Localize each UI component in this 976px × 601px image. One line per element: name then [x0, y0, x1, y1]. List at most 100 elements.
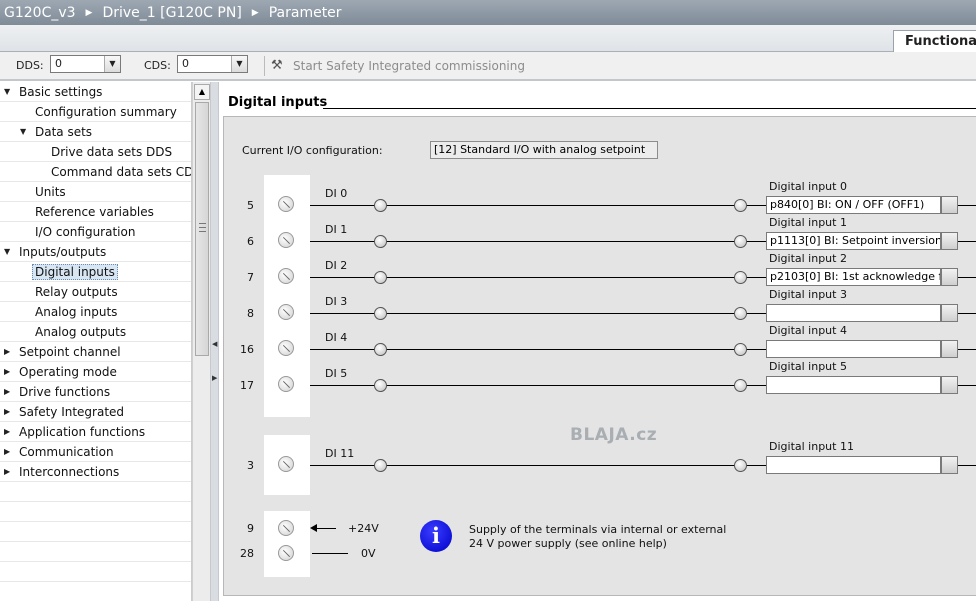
- scrollbar-thumb[interactable]: [195, 102, 209, 356]
- tree-item[interactable]: Drive data sets DDS: [0, 142, 191, 162]
- collapsed-triangle-icon[interactable]: ▶: [4, 467, 10, 476]
- digital-input-binector-field[interactable]: [766, 340, 941, 358]
- cds-select[interactable]: 0 ▼: [177, 55, 248, 73]
- title-underline: [323, 108, 976, 109]
- terminal-number: 6: [247, 235, 254, 248]
- digital-input-binector-field[interactable]: [766, 304, 941, 322]
- arrow-left-icon: [310, 524, 317, 532]
- connection-node-icon: [734, 271, 747, 284]
- terminal-number: 8: [247, 307, 254, 320]
- panel-splitter[interactable]: ◀ ▶: [210, 82, 219, 601]
- tree-item[interactable]: ▶ Drive functions: [0, 382, 191, 402]
- dds-select[interactable]: 0 ▼: [50, 55, 121, 73]
- tree-item[interactable]: ▼ Data sets: [0, 122, 191, 142]
- tree-item[interactable]: ▼ Basic settings: [0, 82, 191, 102]
- digital-input-binector-field[interactable]: p1113[0] BI: Setpoint inversion: [766, 232, 941, 250]
- tree-item[interactable]: Units: [0, 182, 191, 202]
- tree-item-label: Inputs/outputs: [19, 245, 107, 259]
- digital-input-title: Digital input 2: [769, 252, 847, 265]
- terminal-number: 5: [247, 199, 254, 212]
- tree-item[interactable]: I/O configuration: [0, 222, 191, 242]
- breadcrumb-separator-icon: ▶: [85, 7, 93, 18]
- expanded-triangle-icon[interactable]: ▼: [4, 247, 10, 256]
- tree-item[interactable]: ▶ Safety Integrated: [0, 402, 191, 422]
- tree-item[interactable]: Command data sets CDS: [0, 162, 191, 182]
- di-label: DI 3: [325, 295, 348, 308]
- collapse-left-icon[interactable]: ◀: [212, 340, 217, 348]
- interconnect-select-button[interactable]: [941, 232, 958, 250]
- wire: [958, 205, 976, 206]
- interconnect-select-button[interactable]: [941, 456, 958, 474]
- wire: [958, 349, 976, 350]
- collapsed-triangle-icon[interactable]: ▶: [4, 427, 10, 436]
- terminal-screw-icon: [278, 232, 294, 248]
- tree-item[interactable]: Analog inputs: [0, 302, 191, 322]
- start-safety-commissioning-button[interactable]: Start Safety Integrated commissioning: [293, 59, 525, 73]
- expanded-triangle-icon[interactable]: ▼: [4, 87, 10, 96]
- tab-functional[interactable]: Functional: [893, 30, 976, 53]
- terminal-screw-icon: [278, 376, 294, 392]
- collapsed-triangle-icon[interactable]: ▶: [4, 407, 10, 416]
- digital-input-binector-field[interactable]: [766, 376, 941, 394]
- tree-item-label: Units: [35, 185, 66, 199]
- interconnect-select-button[interactable]: [941, 268, 958, 286]
- supply-info-line: Supply of the terminals via internal or …: [469, 523, 727, 536]
- tree-item[interactable]: ▶ Interconnections: [0, 462, 191, 482]
- connection-node-icon: [374, 459, 387, 472]
- collapsed-triangle-icon[interactable]: ▶: [4, 367, 10, 376]
- expand-right-icon[interactable]: ▶: [212, 374, 217, 382]
- tree-item[interactable]: Relay outputs: [0, 282, 191, 302]
- tree-item-label: Analog inputs: [35, 305, 118, 319]
- wire: [312, 553, 348, 554]
- interconnect-select-button[interactable]: [941, 196, 958, 214]
- tree-scrollbar[interactable]: ▲: [192, 82, 210, 601]
- breadcrumb-drive[interactable]: Drive_1 [G120C PN]: [102, 5, 241, 21]
- tree-item[interactable]: Configuration summary: [0, 102, 191, 122]
- breadcrumb-parameter[interactable]: Parameter: [269, 5, 342, 21]
- tools-icon[interactable]: ⚒: [271, 58, 283, 73]
- tree-item-label: Application functions: [19, 425, 146, 439]
- tree-item[interactable]: ▼ Inputs/outputs: [0, 242, 191, 262]
- supply-info-text: Supply of the terminals via internal or …: [469, 523, 726, 551]
- tree-item[interactable]: ▶ Application functions: [0, 422, 191, 442]
- tree-item[interactable]: ▶ Operating mode: [0, 362, 191, 382]
- terminal-screw-icon: [278, 268, 294, 284]
- tree-item[interactable]: ▶ Communication: [0, 442, 191, 462]
- wire: [958, 465, 976, 466]
- digital-input-title: Digital input 1: [769, 216, 847, 229]
- terminal-number: 9: [247, 522, 254, 535]
- interconnect-select-button[interactable]: [941, 340, 958, 358]
- di-label: DI 4: [325, 331, 348, 344]
- chevron-down-icon[interactable]: ▼: [231, 56, 247, 72]
- tree-empty-row: [0, 562, 191, 582]
- tree-item[interactable]: Reference variables: [0, 202, 191, 222]
- collapsed-triangle-icon[interactable]: ▶: [4, 387, 10, 396]
- dds-select-value: 0: [55, 57, 62, 70]
- info-icon: i: [420, 520, 452, 552]
- dds-label: DDS:: [16, 59, 44, 72]
- interconnect-select-button[interactable]: [941, 304, 958, 322]
- grip-icon: [199, 223, 206, 232]
- tree-item[interactable]: Digital inputs: [0, 262, 191, 282]
- breadcrumb-project[interactable]: G120C_v3: [4, 5, 76, 21]
- tree-item-label: Setpoint channel: [19, 345, 121, 359]
- expanded-triangle-icon[interactable]: ▼: [20, 127, 26, 136]
- digital-input-binector-field[interactable]: p840[0] BI: ON / OFF (OFF1): [766, 196, 941, 214]
- collapsed-triangle-icon[interactable]: ▶: [4, 447, 10, 456]
- connection-node-icon: [734, 343, 747, 356]
- tree-item-label: Communication: [19, 445, 114, 459]
- chevron-down-icon[interactable]: ▼: [104, 56, 120, 72]
- tree-item[interactable]: Analog outputs: [0, 322, 191, 342]
- collapsed-triangle-icon[interactable]: ▶: [4, 347, 10, 356]
- tree-item[interactable]: ▶ Setpoint channel: [0, 342, 191, 362]
- tree-item-label: Reference variables: [35, 205, 154, 219]
- supply-24v-label: +24V: [348, 522, 379, 535]
- connection-node-icon: [374, 271, 387, 284]
- digital-input-binector-field[interactable]: p2103[0] BI: 1st acknowledge f: [766, 268, 941, 286]
- scroll-up-icon[interactable]: ▲: [194, 84, 210, 100]
- interconnect-select-button[interactable]: [941, 376, 958, 394]
- tree-item-label: Interconnections: [19, 465, 120, 479]
- digital-input-binector-field[interactable]: [766, 456, 941, 474]
- tree-item-label: I/O configuration: [35, 225, 136, 239]
- digital-input-title: Digital input 0: [769, 180, 847, 193]
